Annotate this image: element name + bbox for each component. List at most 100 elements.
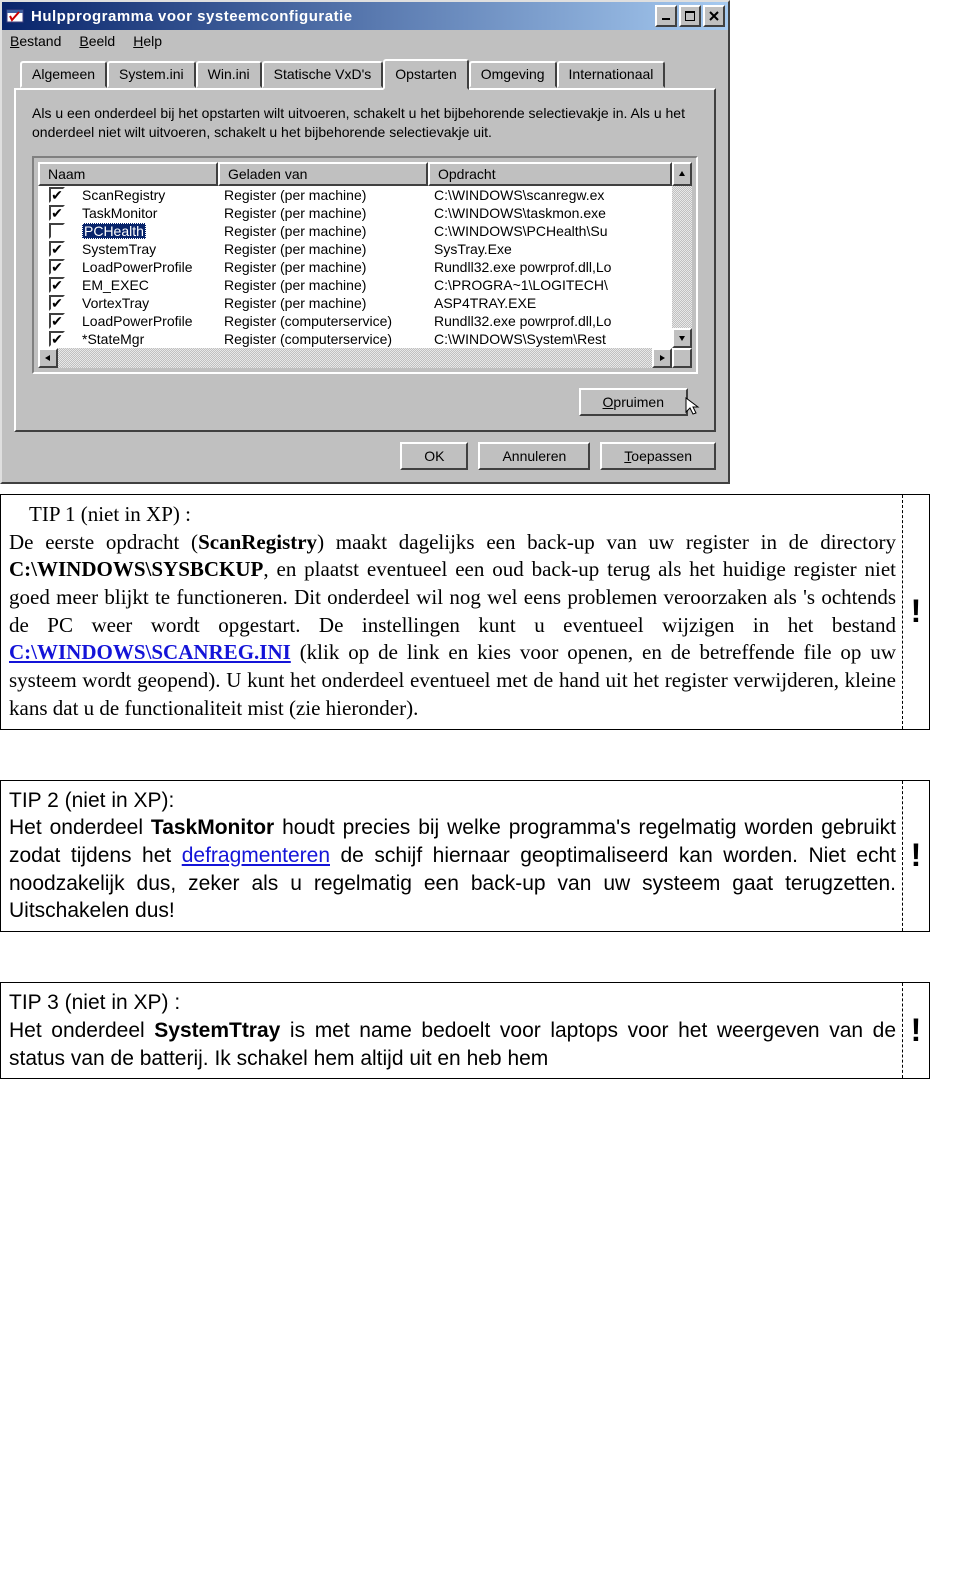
- cell-name: ScanRegistry: [76, 187, 218, 203]
- column-naam[interactable]: Naam: [38, 162, 218, 186]
- tab-omgeving[interactable]: Omgeving: [469, 61, 557, 88]
- exclamation-icon: !: [903, 983, 929, 1078]
- tip-2-text: Het onderdeel TaskMonitor houdt precies …: [9, 816, 896, 922]
- exclamation-icon: !: [903, 495, 929, 729]
- cell-name: LoadPowerProfile: [76, 259, 218, 275]
- list-header: Naam Geladen van Opdracht: [38, 162, 692, 186]
- cell-command: C:\WINDOWS\PCHealth\Su: [428, 223, 672, 239]
- cell-command: Rundll32.exe powrprof.dll,Lo: [428, 259, 672, 275]
- horizontal-scrollbar[interactable]: [38, 348, 692, 368]
- tip-3-body: TIP 3 (niet in XP) : Het onderdeel Syste…: [1, 983, 903, 1078]
- app-icon: [5, 6, 25, 26]
- cell-name: TaskMonitor: [76, 205, 218, 221]
- close-button[interactable]: [703, 5, 725, 27]
- ok-button[interactable]: OK: [400, 442, 468, 470]
- cell-name: LoadPowerProfile: [76, 313, 218, 329]
- table-row[interactable]: ✔ ScanRegistryRegister (per machine)C:\WI…: [38, 186, 672, 204]
- tab-algemeen[interactable]: Algemeen: [20, 61, 107, 88]
- checkbox[interactable]: [49, 223, 65, 239]
- scroll-down-button[interactable]: [672, 328, 692, 348]
- cell-command: SysTray.Exe: [428, 241, 672, 257]
- cell-loaded: Register (per machine): [218, 259, 428, 275]
- scroll-up-button[interactable]: [672, 162, 692, 186]
- menu-beeld[interactable]: Beeld: [79, 33, 115, 49]
- startup-list-group: Naam Geladen van Opdracht ✔ScanRegistryR…: [32, 156, 698, 374]
- tip-1-box: TIP 1 (niet in XP) : De eerste opdracht …: [0, 494, 930, 730]
- table-row[interactable]: PCHealthRegister (per machine)C:\WINDOWS…: [38, 222, 672, 240]
- cancel-button[interactable]: Annuleren: [478, 442, 590, 470]
- table-row[interactable]: ✔ LoadPowerProfileRegister (per machine)R…: [38, 258, 672, 276]
- cell-loaded: Register (per machine): [218, 277, 428, 293]
- scroll-left-button[interactable]: [38, 348, 58, 368]
- cell-loaded: Register (per machine): [218, 223, 428, 239]
- vertical-scrollbar[interactable]: [672, 186, 692, 348]
- menu-bar: Bestand Beeld Help: [2, 30, 728, 53]
- table-row[interactable]: ✔ EM_EXECRegister (per machine)C:\PROGRA~…: [38, 276, 672, 294]
- cell-command: ASP4TRAY.EXE: [428, 295, 672, 311]
- msconfig-window: Hulpprogramma voor systeemconfiguratie B…: [0, 0, 730, 484]
- cell-name: EM_EXEC: [76, 277, 218, 293]
- tip-1-title: TIP 1 (niet in XP) :: [9, 502, 191, 526]
- cell-loaded: Register (per machine): [218, 187, 428, 203]
- menu-bestand[interactable]: Bestand: [10, 33, 61, 49]
- tip-2-body: TIP 2 (niet in XP): Het onderdeel TaskMo…: [1, 781, 903, 932]
- checkbox[interactable]: ✔: [49, 313, 65, 329]
- checkbox[interactable]: ✔: [49, 259, 65, 275]
- table-row[interactable]: ✔ LoadPowerProfileRegister (computerservi…: [38, 312, 672, 330]
- tip-1-body: TIP 1 (niet in XP) : De eerste opdracht …: [1, 495, 903, 729]
- minimize-button[interactable]: [655, 5, 677, 27]
- maximize-button[interactable]: [679, 5, 701, 27]
- cell-name: SystemTray: [76, 241, 218, 257]
- cell-loaded: Register (computerservice): [218, 331, 428, 347]
- column-geladen-van[interactable]: Geladen van: [218, 162, 428, 186]
- checkbox[interactable]: ✔: [49, 205, 65, 221]
- tip-1-text: De eerste opdracht (ScanRegistry) maakt …: [9, 530, 896, 720]
- table-row[interactable]: ✔ SystemTrayRegister (per machine)SysTray…: [38, 240, 672, 258]
- scroll-right-button[interactable]: [652, 348, 672, 368]
- checkbox[interactable]: ✔: [49, 241, 65, 257]
- cell-command: C:\PROGRA~1\LOGITECH\: [428, 277, 672, 293]
- scanreg-ini-link[interactable]: C:\WINDOWS\SCANREG.INI: [9, 640, 291, 664]
- defragmenteren-link[interactable]: defragmenteren: [182, 844, 330, 867]
- checkbox[interactable]: ✔: [49, 331, 65, 347]
- tab-win-ini[interactable]: Win.ini: [196, 61, 262, 88]
- info-text: Als u een onderdeel bij het opstarten wi…: [32, 104, 698, 142]
- cell-command: C:\WINDOWS\scanregw.ex: [428, 187, 672, 203]
- window-title: Hulpprogramma voor systeemconfiguratie: [31, 8, 655, 25]
- table-row[interactable]: ✔ VortexTrayRegister (per machine)ASP4TRA…: [38, 294, 672, 312]
- checkbox[interactable]: ✔: [49, 277, 65, 293]
- apply-button[interactable]: Toepassen: [600, 442, 716, 470]
- table-row[interactable]: ✔ *StateMgrRegister (computerservice)C:\W…: [38, 330, 672, 348]
- cell-loaded: Register (computerservice): [218, 313, 428, 329]
- table-row[interactable]: ✔ TaskMonitorRegister (per machine)C:\WIN…: [38, 204, 672, 222]
- startup-list[interactable]: ✔ScanRegistryRegister (per machine)C:\WI…: [38, 186, 672, 348]
- cell-command: Rundll32.exe powrprof.dll,Lo: [428, 313, 672, 329]
- cell-loaded: Register (per machine): [218, 295, 428, 311]
- tab-system-ini[interactable]: System.ini: [107, 61, 196, 88]
- column-opdracht[interactable]: Opdracht: [428, 162, 672, 186]
- tip-3-title: TIP 3 (niet in XP) :: [9, 991, 180, 1014]
- title-bar[interactable]: Hulpprogramma voor systeemconfiguratie: [2, 2, 728, 30]
- tab-opstarten[interactable]: Opstarten: [383, 59, 468, 90]
- cell-command: C:\WINDOWS\taskmon.exe: [428, 205, 672, 221]
- tip-2-box: TIP 2 (niet in XP): Het onderdeel TaskMo…: [0, 780, 930, 933]
- cell-name: *StateMgr: [76, 331, 218, 347]
- cell-loaded: Register (per machine): [218, 241, 428, 257]
- checkbox[interactable]: ✔: [49, 295, 65, 311]
- tab-row: Algemeen System.ini Win.ini Statische Vx…: [14, 61, 716, 88]
- cell-name: PCHealth: [76, 223, 218, 239]
- tab-panel: Als u een onderdeel bij het opstarten wi…: [14, 88, 716, 432]
- menu-help[interactable]: Help: [133, 33, 162, 49]
- tip-3-box: TIP 3 (niet in XP) : Het onderdeel Syste…: [0, 982, 930, 1079]
- exclamation-icon: !: [903, 781, 929, 932]
- tab-static-vxd[interactable]: Statische VxD's: [262, 61, 384, 88]
- scroll-corner: [672, 348, 692, 368]
- cell-loaded: Register (per machine): [218, 205, 428, 221]
- checkbox[interactable]: ✔: [49, 187, 65, 203]
- tip-3-text: Het onderdeel SystemTtray is met name be…: [9, 1019, 896, 1070]
- tip-2-title: TIP 2 (niet in XP):: [9, 789, 174, 812]
- cell-command: C:\WINDOWS\System\Rest: [428, 331, 672, 347]
- clean-button[interactable]: Opruimen: [579, 388, 688, 416]
- cell-name: VortexTray: [76, 295, 218, 311]
- tab-internationaal[interactable]: Internationaal: [557, 61, 666, 88]
